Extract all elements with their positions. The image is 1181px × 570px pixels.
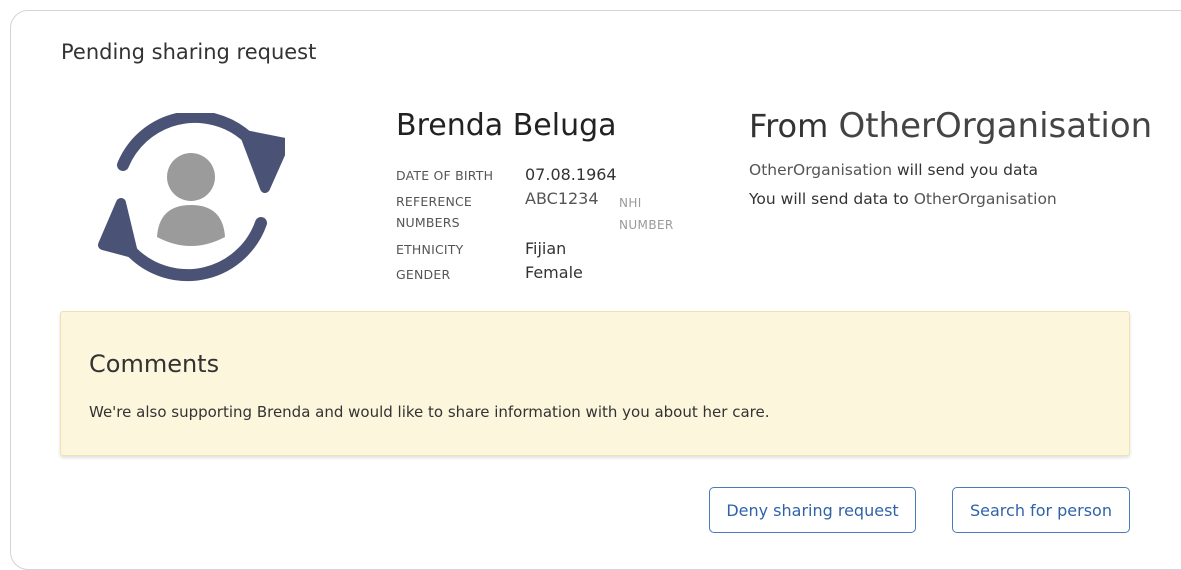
person-sync-icon bbox=[95, 110, 290, 283]
dob-label: DATE OF BIRTH bbox=[396, 168, 494, 183]
send-data-line: You will send data to OtherOrganisation bbox=[749, 190, 1057, 208]
reference-value: ABC1234 bbox=[525, 189, 599, 208]
ethnicity-label: ETHNICITY bbox=[396, 242, 464, 257]
comments-panel: Comments We're also supporting Brenda an… bbox=[60, 311, 1130, 456]
from-prefix: From bbox=[749, 107, 829, 145]
nhi-label-line2: NUMBER bbox=[619, 218, 674, 232]
sharing-request-card: Pending sharing request Brenda Beluga DA… bbox=[10, 10, 1181, 570]
receive-org-name: OtherOrganisation bbox=[749, 161, 893, 179]
from-organisation-title: From OtherOrganisation bbox=[749, 106, 1152, 146]
ethnicity-value: Fijian bbox=[525, 239, 567, 258]
receive-text: will send you data bbox=[892, 161, 1039, 179]
search-for-person-button[interactable]: Search for person bbox=[952, 487, 1130, 533]
person-name: Brenda Beluga bbox=[396, 108, 617, 143]
receive-data-line: OtherOrganisation will send you data bbox=[749, 161, 1038, 179]
reference-label-line2: NUMBERS bbox=[396, 215, 460, 230]
card-title: Pending sharing request bbox=[61, 40, 317, 64]
gender-label: GENDER bbox=[396, 267, 451, 282]
nhi-label-line1: NHI bbox=[619, 196, 642, 210]
comments-text: We're also supporting Brenda and would l… bbox=[89, 403, 770, 421]
send-org-name: OtherOrganisation bbox=[913, 190, 1057, 208]
dob-value: 07.08.1964 bbox=[525, 165, 617, 184]
gender-value: Female bbox=[525, 263, 583, 282]
send-text: You will send data to bbox=[749, 190, 914, 208]
comments-title: Comments bbox=[89, 350, 220, 378]
deny-sharing-request-button[interactable]: Deny sharing request bbox=[709, 487, 916, 533]
reference-label-line1: REFERENCE bbox=[396, 194, 473, 209]
from-organisation-name: OtherOrganisation bbox=[838, 106, 1153, 146]
